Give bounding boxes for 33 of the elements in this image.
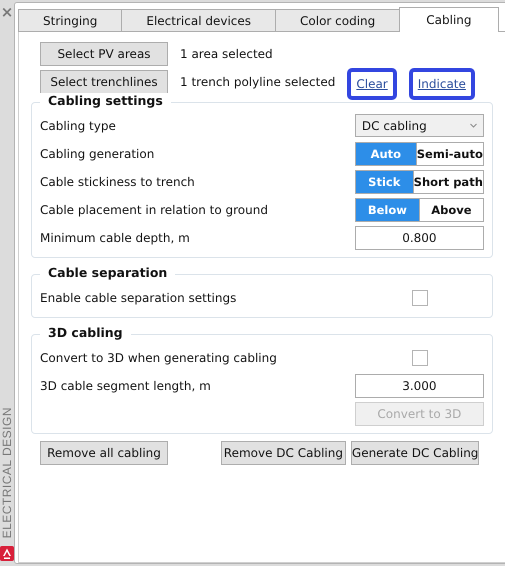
setting-label: Minimum cable depth, m (40, 230, 190, 244)
select-button[interactable]: Select PV areas (40, 42, 168, 66)
checkbox[interactable] (412, 350, 428, 366)
link[interactable]: Clear (347, 68, 397, 100)
group-title: Cable separation (40, 265, 176, 280)
select-button[interactable]: Select trenchlines (40, 70, 168, 94)
setting-label: 3D cable segment length, m (40, 378, 211, 392)
checkbox[interactable] (412, 290, 428, 306)
tab[interactable]: Electrical devices (121, 9, 276, 32)
setting-label: Cabling type (40, 118, 116, 132)
setting-label: Convert to 3D when generating cabling (40, 350, 277, 364)
action-button[interactable]: Generate DC Cabling (350, 441, 479, 465)
action-button[interactable]: Remove DC Cabling (220, 441, 346, 465)
selection-status: 1 trench polyline selected (180, 75, 336, 89)
link[interactable]: Indicate (408, 68, 475, 100)
toggle-option[interactable]: Short path (412, 170, 483, 192)
caret-icon (470, 123, 477, 128)
selection-status: 1 area selected (180, 47, 273, 61)
cabling-type-dropdown[interactable]: DC cabling (354, 114, 484, 137)
setting-label: Cable stickiness to trench (40, 174, 195, 188)
number-field[interactable]: 3.000 (354, 374, 484, 398)
tab[interactable]: Color coding (275, 9, 400, 32)
group-title: 3D cabling (40, 325, 131, 340)
number-field[interactable]: 0.800 (354, 226, 484, 250)
tab[interactable]: Cabling (399, 7, 499, 32)
action-button[interactable]: Remove all cabling (40, 441, 168, 465)
setting-label: Enable cable separation settings (40, 290, 236, 304)
toggle-option[interactable]: Semi-auto (416, 142, 483, 164)
tab[interactable]: Stringing (18, 9, 122, 32)
setting-label: Cabling generation (40, 146, 154, 160)
setting-label: Cable placement in relation to ground (40, 202, 268, 216)
group-title: Cabling settings (40, 93, 171, 108)
panel-title: ELECTRICAL DESIGN (0, 406, 14, 538)
